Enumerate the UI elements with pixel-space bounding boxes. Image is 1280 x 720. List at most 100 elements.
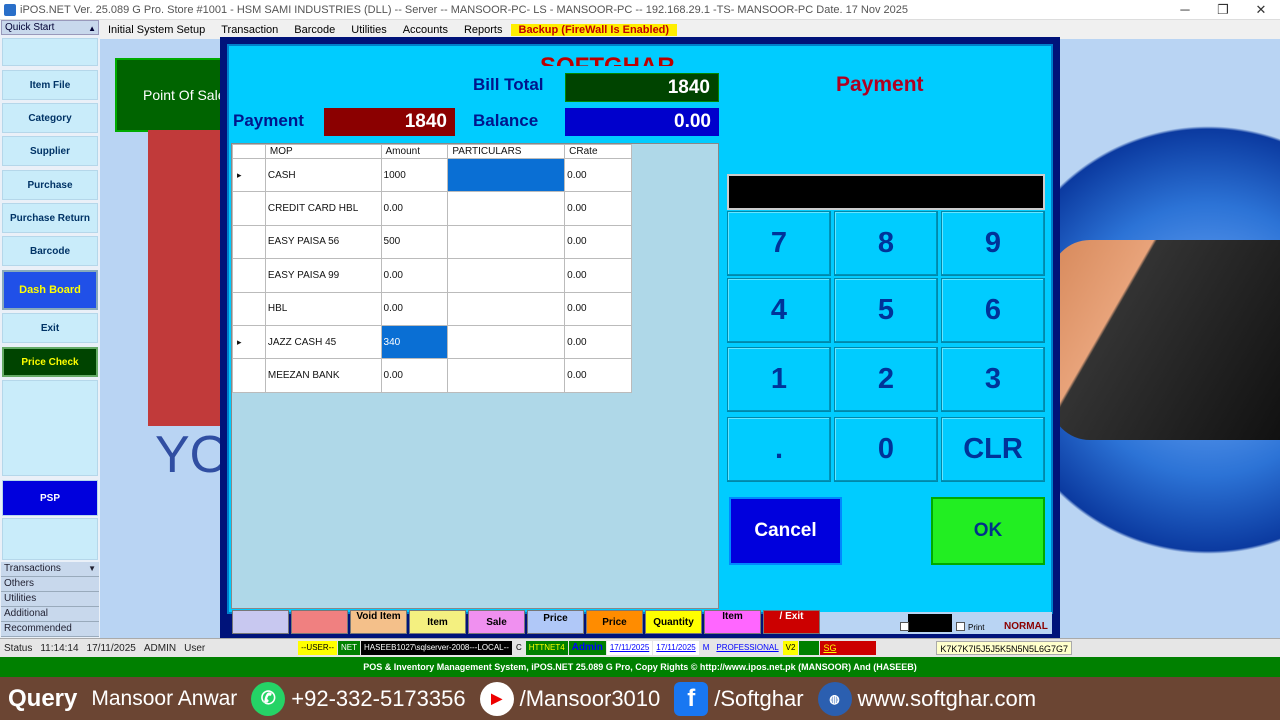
quantity-button[interactable]: Quantity — [645, 610, 702, 634]
mop-cell[interactable]: EASY PAISA 99 — [264, 258, 382, 293]
key-6[interactable]: 6 — [941, 278, 1045, 343]
sale-button[interactable]: Sale — [468, 610, 525, 634]
particulars-cell[interactable] — [447, 258, 566, 293]
table-row[interactable]: HBL 0.00 0.00 — [232, 291, 632, 326]
menu-reports[interactable]: Reports — [456, 24, 511, 36]
particulars-cell[interactable] — [447, 157, 566, 193]
menu-transaction[interactable]: Transaction — [213, 24, 286, 36]
amount-cell[interactable]: 0.00 — [380, 358, 449, 393]
amount-cell[interactable]: 340 — [380, 324, 449, 360]
amount-cell[interactable]: 500 — [380, 224, 449, 260]
row-marker[interactable] — [232, 191, 266, 226]
menu-barcode[interactable]: Barcode — [286, 24, 343, 36]
crate-cell[interactable]: 0.00 — [564, 224, 632, 260]
row-marker[interactable]: ▸ — [232, 324, 266, 360]
sidebar-item-purchase-return[interactable]: Purchase Return — [2, 203, 98, 233]
table-row[interactable]: ▸ JAZZ CASH 45 340 0.00 — [232, 324, 632, 360]
psp-button[interactable]: PSP — [2, 480, 98, 516]
particulars-cell[interactable] — [447, 291, 566, 326]
chevron-down-icon[interactable]: ▼ — [88, 562, 96, 576]
key-5[interactable]: 5 — [834, 278, 938, 343]
amount-cell[interactable]: 1000 — [380, 157, 449, 193]
row-marker[interactable]: ▸ — [232, 157, 266, 193]
sidebar-item-purchase[interactable]: Purchase — [2, 170, 98, 200]
menu-accounts[interactable]: Accounts — [395, 24, 456, 36]
close-icon[interactable]: ✕ — [1242, 0, 1280, 20]
row-marker[interactable] — [232, 291, 266, 326]
row-marker[interactable] — [232, 224, 266, 260]
amount-cell[interactable]: 0.00 — [380, 191, 449, 226]
exit-button[interactable]: Exit — [2, 313, 98, 343]
menu-initial-setup[interactable]: Initial System Setup — [100, 24, 213, 36]
particulars-cell[interactable] — [447, 224, 566, 260]
sidebar-item-item-file[interactable]: Item File — [2, 70, 98, 100]
cancel-button[interactable]: Cancel — [729, 497, 842, 565]
table-row[interactable]: EASY PAISA 56 500 0.00 — [232, 224, 632, 260]
item-button[interactable]: Item — [409, 610, 466, 634]
mop-cell[interactable]: JAZZ CASH 45 — [264, 324, 382, 360]
void-item-button[interactable]: Void Item — [350, 610, 407, 634]
mop-cell[interactable]: MEEZAN BANK — [264, 358, 382, 393]
key-1[interactable]: 1 — [727, 347, 831, 412]
key-8[interactable]: 8 — [834, 211, 938, 276]
key-decimal[interactable]: . — [727, 417, 831, 482]
key-clear[interactable]: CLR — [941, 417, 1045, 482]
col-mop[interactable]: MOP — [264, 144, 382, 159]
col-crate[interactable]: CRate — [564, 144, 632, 159]
mop-cell[interactable]: EASY PAISA 56 — [264, 224, 382, 260]
row-marker[interactable] — [232, 258, 266, 293]
key-0[interactable]: 0 — [834, 417, 938, 482]
key-3[interactable]: 3 — [941, 347, 1045, 412]
key-4[interactable]: 4 — [727, 278, 831, 343]
table-row[interactable]: ▸ CASH 1000 0.00 — [232, 157, 632, 193]
particulars-cell[interactable] — [447, 324, 566, 360]
amount-cell[interactable]: 0.00 — [380, 258, 449, 293]
crate-cell[interactable]: 0.00 — [564, 191, 632, 226]
checkbox[interactable] — [900, 622, 909, 631]
toolbar-button[interactable] — [232, 610, 289, 634]
sidebar-footer-utilities[interactable]: Utilities — [1, 592, 99, 607]
mop-cell[interactable]: HBL — [264, 291, 382, 326]
menu-utilities[interactable]: Utilities — [343, 24, 394, 36]
col-amount[interactable]: Amount — [380, 144, 449, 159]
key-9[interactable]: 9 — [941, 211, 1045, 276]
sg-update-tag[interactable]: SG UPDATE — [820, 641, 877, 667]
sidebar-footer-additional[interactable]: Additional — [1, 607, 99, 622]
table-row[interactable]: CREDIT CARD HBL 0.00 0.00 — [232, 191, 632, 226]
restore-icon[interactable]: ❐ — [1204, 0, 1242, 20]
chevron-up-icon[interactable]: ▲ — [88, 22, 96, 35]
sidebar-footer-transactions[interactable]: Transactions ▼ — [1, 562, 99, 577]
sidebar-footer-others[interactable]: Others — [1, 577, 99, 592]
crate-cell[interactable]: 0.00 — [564, 157, 632, 193]
mop-cell[interactable]: CREDIT CARD HBL — [264, 191, 382, 226]
amount-cell[interactable]: 0.00 — [380, 291, 449, 326]
key-2[interactable]: 2 — [834, 347, 938, 412]
minimize-icon[interactable]: ─ — [1166, 0, 1204, 20]
row-marker[interactable] — [232, 358, 266, 393]
mop-cell[interactable]: CASH — [264, 157, 382, 193]
item-button-2[interactable]: Item — [704, 610, 761, 634]
particulars-cell[interactable] — [447, 358, 566, 393]
exit-toolbar-button[interactable]: / Exit — [763, 610, 820, 634]
toolbar-button[interactable] — [291, 610, 348, 634]
ok-button[interactable]: OK — [931, 497, 1045, 565]
table-row[interactable]: MEEZAN BANK 0.00 0.00 — [232, 358, 632, 393]
particulars-cell[interactable] — [447, 191, 566, 226]
table-row[interactable]: EASY PAISA 99 0.00 0.00 — [232, 258, 632, 293]
backup-menu[interactable]: Backup (FireWall Is Enabled) — [510, 23, 678, 36]
col-particulars[interactable]: PARTICULARS — [447, 144, 566, 159]
quick-start-header[interactable]: Quick Start ▲ — [1, 20, 99, 35]
sidebar-item-barcode[interactable]: Barcode — [2, 236, 98, 266]
price-check-button[interactable]: Price Check — [2, 347, 98, 377]
print-checkbox[interactable] — [956, 622, 965, 631]
key-7[interactable]: 7 — [727, 211, 831, 276]
dashboard-button[interactable]: Dash Board — [2, 270, 98, 310]
sidebar-item-category[interactable]: Category — [2, 103, 98, 133]
sidebar-item-supplier[interactable]: Supplier — [2, 136, 98, 166]
point-of-sale-tile[interactable]: Point Of Sale — [115, 58, 225, 132]
price-button-2[interactable]: Price — [586, 610, 643, 634]
price-button[interactable]: Price — [527, 610, 584, 634]
crate-cell[interactable]: 0.00 — [564, 258, 632, 293]
crate-cell[interactable]: 0.00 — [564, 291, 632, 326]
sidebar-footer-recommended[interactable]: Recommended — [1, 622, 99, 637]
